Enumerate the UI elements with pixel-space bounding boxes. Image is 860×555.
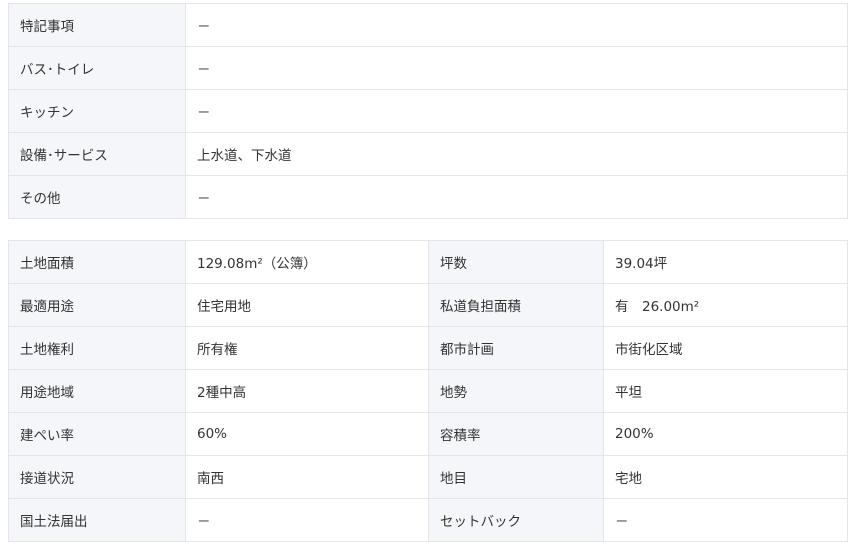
row-label: 用途地域	[8, 369, 186, 413]
row-value: 宅地	[603, 455, 848, 499]
row-label: セットバック	[428, 498, 604, 542]
row-value: －	[185, 46, 848, 90]
table-row: その他－	[8, 175, 848, 219]
row-value: 60%	[185, 412, 429, 456]
table-row: 土地面積 129.08m²（公簿） 坪数 39.04坪	[8, 240, 848, 284]
land-info-table: 土地面積 129.08m²（公簿） 坪数 39.04坪 最適用途 住宅用地 私道負担面積有 …	[8, 240, 848, 542]
row-label: 最適用途	[8, 283, 186, 327]
row-value: －	[185, 89, 848, 133]
row-label: 土地面積	[8, 240, 186, 284]
row-value: 市街化区域	[603, 326, 848, 370]
row-value: 有 26.00m²	[603, 283, 848, 327]
row-value: 39.04坪	[603, 240, 848, 284]
table-row: 特記事項－	[8, 3, 848, 47]
table-row: 土地権利 所有権 都市計画 市街化区域	[8, 326, 848, 370]
table-row: 国土法届出－セットバック－	[8, 498, 848, 542]
row-value: 住宅用地	[185, 283, 429, 327]
row-value: －	[185, 175, 848, 219]
row-label: バス･トイレ	[8, 46, 186, 90]
table-row: 用途地域 2種中高 地勢 平坦	[8, 369, 848, 413]
row-label: 地目	[428, 455, 604, 499]
row-label: 容積率	[428, 412, 604, 456]
row-label: 土地権利	[8, 326, 186, 370]
row-label: 坪数	[428, 240, 604, 284]
row-label: 設備･サービス	[8, 132, 186, 176]
table-row: 接道状況 南西 地目 宅地	[8, 455, 848, 499]
table-row: 建ぺい率 60% 容積率 200%	[8, 412, 848, 456]
row-value: 129.08m²（公簿）	[185, 240, 429, 284]
row-label: 都市計画	[428, 326, 604, 370]
row-label: その他	[8, 175, 186, 219]
row-value: 所有権	[185, 326, 429, 370]
row-label: 地勢	[428, 369, 604, 413]
table-row: バス･トイレ－	[8, 46, 848, 90]
row-label: 特記事項	[8, 3, 186, 47]
table-row: キッチン－	[8, 89, 848, 133]
row-value: －	[603, 498, 848, 542]
table-row: 最適用途 住宅用地 私道負担面積有 26.00m²	[8, 283, 848, 327]
row-value: 平坦	[603, 369, 848, 413]
row-value: 上水道、下水道	[185, 132, 848, 176]
row-value: 南西	[185, 455, 429, 499]
row-value: －	[185, 498, 429, 542]
row-value: 2種中高	[185, 369, 429, 413]
row-label: 私道負担面積	[428, 283, 604, 327]
row-label: 接道状況	[8, 455, 186, 499]
row-label: 建ぺい率	[8, 412, 186, 456]
row-value: －	[185, 3, 848, 47]
features-table: 特記事項－バス･トイレ－キッチン－設備･サービス 上水道、下水道 その他－	[8, 3, 848, 219]
table-row: 設備･サービス 上水道、下水道	[8, 132, 848, 176]
row-value: 200%	[603, 412, 848, 456]
row-label: キッチン	[8, 89, 186, 133]
row-label: 国土法届出	[8, 498, 186, 542]
